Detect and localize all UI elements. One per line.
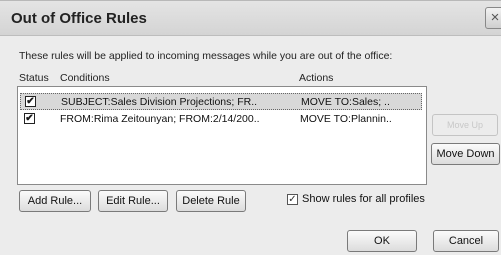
checkmark-icon: ✔ [25,113,34,124]
rule-actions: MOVE TO:Sales; .. [301,96,390,108]
close-icon: × [490,9,500,26]
title-bar: Out of Office Rules × [0,1,501,36]
column-header-actions: Actions [299,72,334,84]
move-up-button[interactable]: Move Up [432,114,498,136]
edit-rule-button[interactable]: Edit Rule... [98,190,168,212]
intro-text: These rules will be applied to incoming … [19,50,393,62]
out-of-office-rules-dialog: Out of Office Rules × These rules will b… [0,0,501,255]
add-rule-button[interactable]: Add Rule... [19,190,91,212]
cancel-button[interactable]: Cancel [433,230,499,252]
close-button[interactable]: × [485,7,501,29]
rules-list[interactable]: ✔ SUBJECT:Sales Division Projections; FR… [17,86,427,185]
checkmark-icon: ✓ [288,194,297,205]
delete-rule-button[interactable]: Delete Rule [176,190,246,212]
rule-enabled-checkbox[interactable]: ✔ [25,96,36,107]
checkmark-icon: ✔ [26,96,35,107]
rule-row[interactable]: ✔ FROM:Rima Zeitounyan; FROM:2/14/200.. … [20,111,422,128]
rule-conditions: SUBJECT:Sales Division Projections; FR.. [61,96,258,108]
dialog-title: Out of Office Rules [11,10,147,27]
rule-enabled-checkbox[interactable]: ✔ [24,113,35,124]
move-down-button[interactable]: Move Down [431,143,500,165]
rule-row[interactable]: ✔ SUBJECT:Sales Division Projections; FR… [20,93,422,110]
rule-conditions: FROM:Rima Zeitounyan; FROM:2/14/200.. [60,113,260,125]
column-header-status: Status [19,72,49,84]
show-all-profiles-label[interactable]: Show rules for all profiles [302,193,425,205]
ok-button[interactable]: OK [347,230,417,252]
show-all-profiles-checkbox[interactable]: ✓ [287,194,298,205]
rule-actions: MOVE TO:Plannin.. [300,113,392,125]
column-header-conditions: Conditions [60,72,110,84]
